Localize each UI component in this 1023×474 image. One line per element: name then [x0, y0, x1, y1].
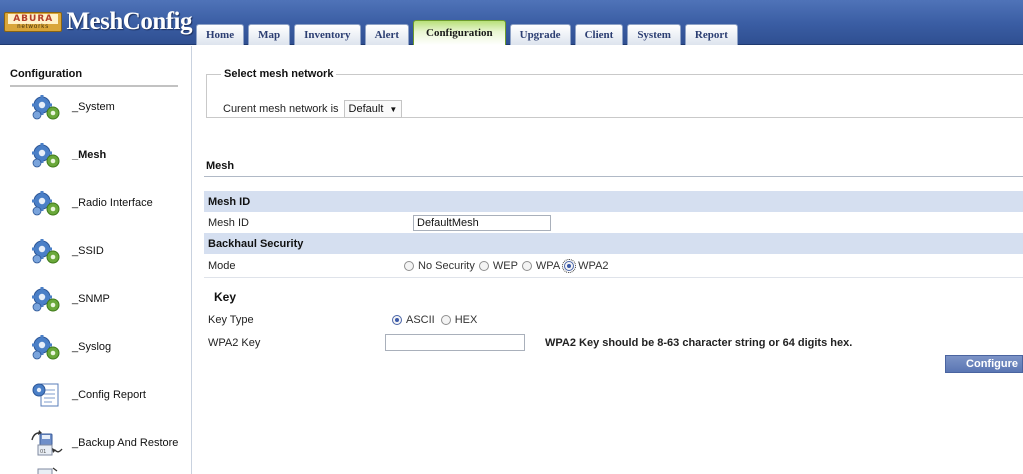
radio-hex[interactable]	[440, 314, 451, 325]
gears-icon	[32, 95, 60, 120]
sidebar-item-backup-restore[interactable]: 01 _Backup And Restore	[28, 428, 188, 458]
sidebar-item-label: _Config Report	[72, 389, 146, 401]
radio-wpa2-label: WPA2	[578, 259, 609, 272]
abura-logo-badge: ABURA networks	[4, 12, 63, 32]
tab-map[interactable]: Map	[248, 24, 291, 45]
more-items-icon	[37, 467, 58, 474]
tab-upgrade[interactable]: Upgrade	[509, 24, 571, 45]
tab-report[interactable]: Report	[684, 24, 738, 45]
radio-ascii[interactable]	[392, 314, 402, 325]
radio-wep[interactable]	[478, 260, 489, 271]
radio-wpa2[interactable]	[562, 258, 577, 273]
tab-client[interactable]: Client	[574, 24, 624, 45]
current-mesh-row: Curent mesh network is Default ▼	[223, 100, 403, 118]
radio-wpa-label: WPA	[535, 259, 561, 272]
radio-ascii-label: ASCII	[406, 313, 435, 326]
wpa2-key-input[interactable]	[385, 334, 525, 351]
select-mesh-legend: Select mesh network	[224, 68, 334, 80]
tab-system[interactable]: System	[627, 24, 681, 45]
radio-no-security[interactable]	[404, 260, 414, 271]
dropdown-caret-icon: ▼	[389, 104, 398, 114]
tab-inventory[interactable]: Inventory	[294, 24, 361, 45]
gears-icon	[32, 287, 60, 312]
mesh-id-row: Mesh ID DefaultMesh	[204, 212, 1023, 233]
select-mesh-fieldset: Select mesh network Curent mesh network …	[206, 68, 1023, 118]
radio-no-security-label: No Security	[418, 259, 475, 272]
wpa2-key-hint: WPA2 Key should be 8-63 character string…	[545, 336, 853, 349]
main-nav-tabs: Home Map Inventory Alert Configuration U…	[196, 20, 742, 45]
sidebar: Configuration _System _Mesh _Radio Inter…	[0, 46, 192, 474]
gears-icon	[32, 335, 60, 360]
sidebar-item-label: _Mesh	[72, 149, 107, 161]
sidebar-item-config-report[interactable]: _Config Report	[28, 380, 188, 410]
backup-restore-icon: 01	[31, 430, 63, 456]
sidebar-item-label: _System	[72, 101, 115, 113]
sidebar-item-ssid[interactable]: _SSID	[28, 236, 188, 266]
wpa2-key-row: WPA2 Key WPA2 Key should be 8-63 charact…	[204, 332, 1023, 353]
sidebar-item-syslog[interactable]: _Syslog	[28, 332, 188, 362]
wpa2-key-label: WPA2 Key	[208, 336, 261, 349]
radio-hex-label: HEX	[454, 313, 478, 326]
sidebar-item-system[interactable]: _System	[28, 92, 188, 122]
mesh-network-select[interactable]: Default ▼	[343, 100, 403, 118]
sidebar-item-radio-interface[interactable]: _Radio Interface	[28, 188, 188, 218]
key-header: Key	[214, 289, 237, 304]
app-logo: ABURA networks MeshConfig	[4, 5, 192, 39]
key-header-row: Key	[204, 286, 1023, 307]
gears-icon	[32, 239, 60, 264]
app-title: MeshConfig	[66, 8, 192, 35]
main-content: Select mesh network Curent mesh network …	[200, 46, 1023, 474]
tab-configuration[interactable]: Configuration	[413, 20, 506, 45]
sidebar-item-label: _Syslog	[72, 341, 112, 353]
sidebar-item-mesh[interactable]: _Mesh	[28, 140, 188, 170]
key-type-radio-group: ASCII HEX	[388, 314, 477, 326]
sidebar-item-label: _Backup And Restore	[72, 437, 179, 449]
svg-text:01: 01	[40, 449, 46, 455]
current-mesh-label: Curent mesh network is	[223, 103, 339, 115]
sidebar-heading: Configuration	[10, 68, 178, 87]
sidebar-item-snmp[interactable]: _SNMP	[28, 284, 188, 314]
radio-wep-label: WEP	[492, 259, 518, 272]
sidebar-item-label: _SSID	[72, 245, 104, 257]
backhaul-security-header-row: Backhaul Security	[204, 233, 1023, 254]
mesh-id-label: Mesh ID	[208, 216, 249, 229]
gears-icon	[32, 143, 60, 168]
radio-wpa[interactable]	[521, 260, 532, 271]
key-type-label: Key Type	[208, 313, 254, 326]
mode-radio-group: No Security WEP WPA WPA2	[400, 258, 609, 273]
mesh-id-input[interactable]: DefaultMesh	[413, 214, 551, 231]
tab-alert[interactable]: Alert	[364, 24, 409, 45]
configure-button[interactable]: Configure	[945, 355, 1023, 373]
config-report-icon	[32, 383, 59, 407]
tab-home[interactable]: Home	[196, 24, 245, 45]
key-type-row: Key Type ASCII HEX	[204, 309, 1023, 330]
mode-label: Mode	[208, 259, 236, 272]
mesh-id-header: Mesh ID	[208, 195, 251, 208]
sidebar-item-label: _Radio Interface	[72, 197, 153, 209]
mesh-section-title: Mesh	[206, 160, 235, 172]
section-divider	[204, 176, 1023, 177]
logo-subtitle: networks	[17, 24, 50, 30]
gears-icon	[32, 191, 60, 216]
app-header: ABURA networks MeshConfig Home Map Inven…	[0, 0, 1023, 45]
mesh-network-selected-value: Default	[348, 103, 384, 115]
backhaul-security-header: Backhaul Security	[208, 237, 304, 250]
mesh-id-header-row: Mesh ID	[204, 191, 1023, 212]
sidebar-item-label: _SNMP	[72, 293, 110, 305]
mode-row: Mode No Security WEP WPA WPA2	[204, 254, 1023, 278]
